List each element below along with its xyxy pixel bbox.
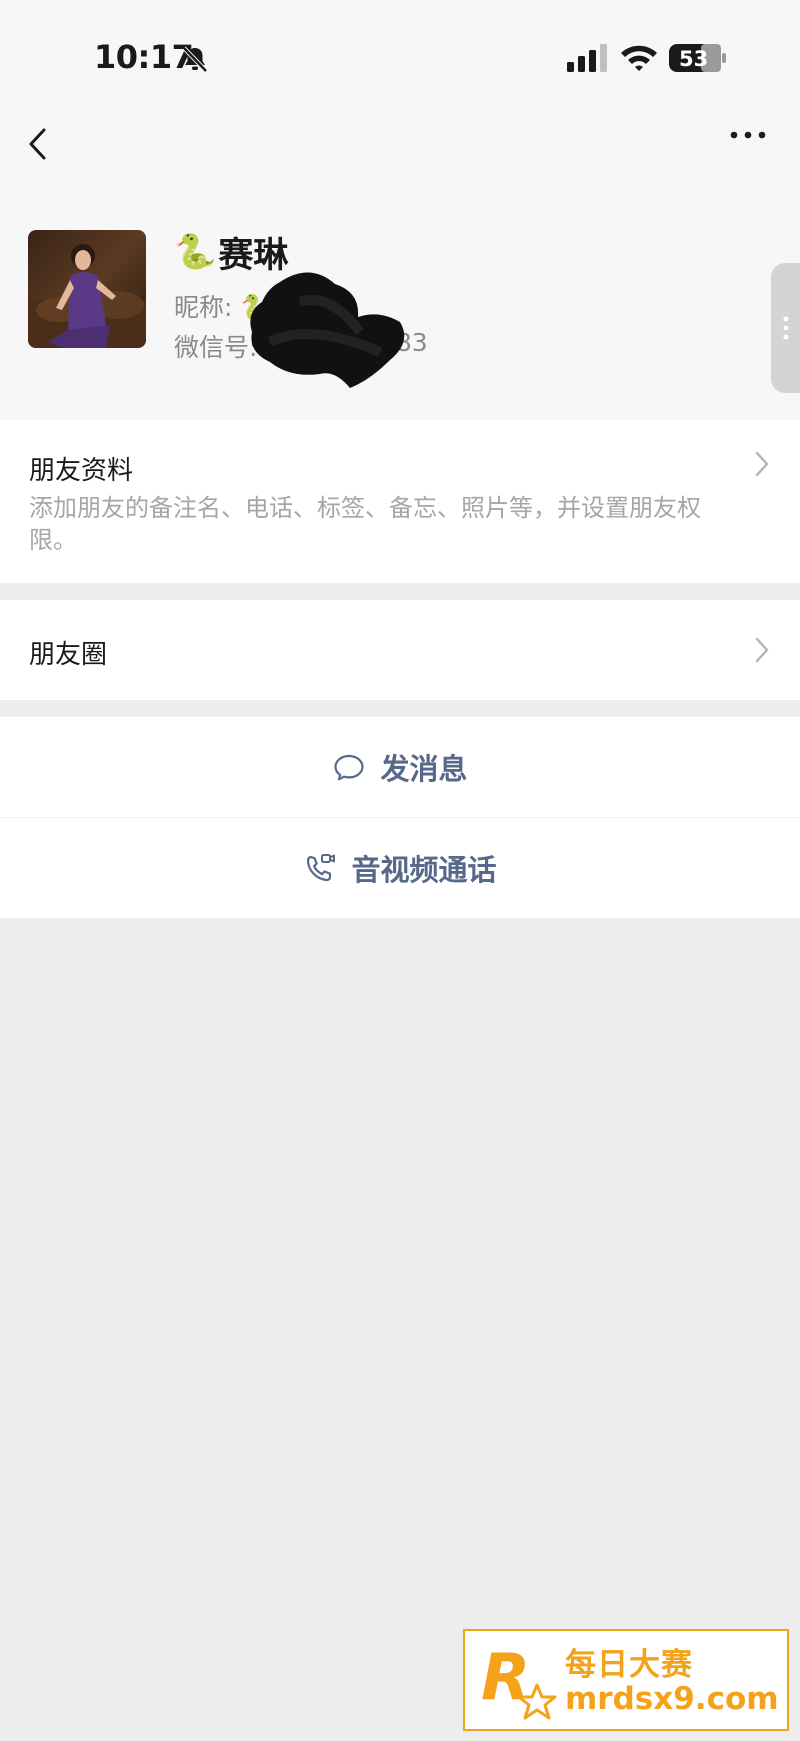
friend-info-description: 添加朋友的备注名、电话、标签、备忘、照片等，并设置朋友权限。 <box>29 494 701 554</box>
watermark-url: mrdsx9.com <box>565 1681 779 1717</box>
battery-icon: 53 <box>669 44 726 72</box>
moments-title: 朋友圈 <box>29 640 108 670</box>
avatar-photo <box>28 230 146 348</box>
watermark-logo-text: 每日大赛 <box>483 1705 523 1716</box>
status-time: 10:17 <box>94 38 194 76</box>
cellular-signal-icon <box>567 44 607 72</box>
av-call-button[interactable]: 音视频通话 <box>0 818 800 918</box>
friend-info-title: 朋友资料 <box>29 456 134 486</box>
battery-level: 53 <box>679 47 708 71</box>
av-call-label: 音视频通话 <box>351 853 497 887</box>
send-message-button[interactable]: 发消息 <box>0 717 800 817</box>
side-handle-dots-icon <box>783 316 789 340</box>
chevron-right-icon <box>755 637 769 663</box>
chat-bubble-icon <box>334 754 365 781</box>
bell-muted-icon <box>182 46 208 73</box>
more-options-icon[interactable] <box>730 128 766 142</box>
moments-cell[interactable]: 朋友圈 <box>0 600 800 700</box>
watermark-badge: R 每日大赛 每日大赛 mrdsx9.com <box>463 1629 789 1731</box>
send-message-label: 发消息 <box>380 752 468 786</box>
wifi-icon <box>621 45 657 71</box>
redaction-scribble <box>250 272 405 388</box>
avatar[interactable] <box>28 230 146 348</box>
back-arrow-icon[interactable] <box>24 124 52 164</box>
watermark-cn: 每日大赛 <box>565 1647 693 1683</box>
nickname-label: 昵称: <box>174 293 241 322</box>
snake-emoji: 🐍 <box>174 232 217 272</box>
chevron-right-icon <box>755 451 769 477</box>
friend-info-cell[interactable]: 朋友资料 添加朋友的备注名、电话、标签、备忘、照片等，并设置朋友权限。 <box>0 420 800 583</box>
video-call-phone-icon <box>307 854 336 882</box>
